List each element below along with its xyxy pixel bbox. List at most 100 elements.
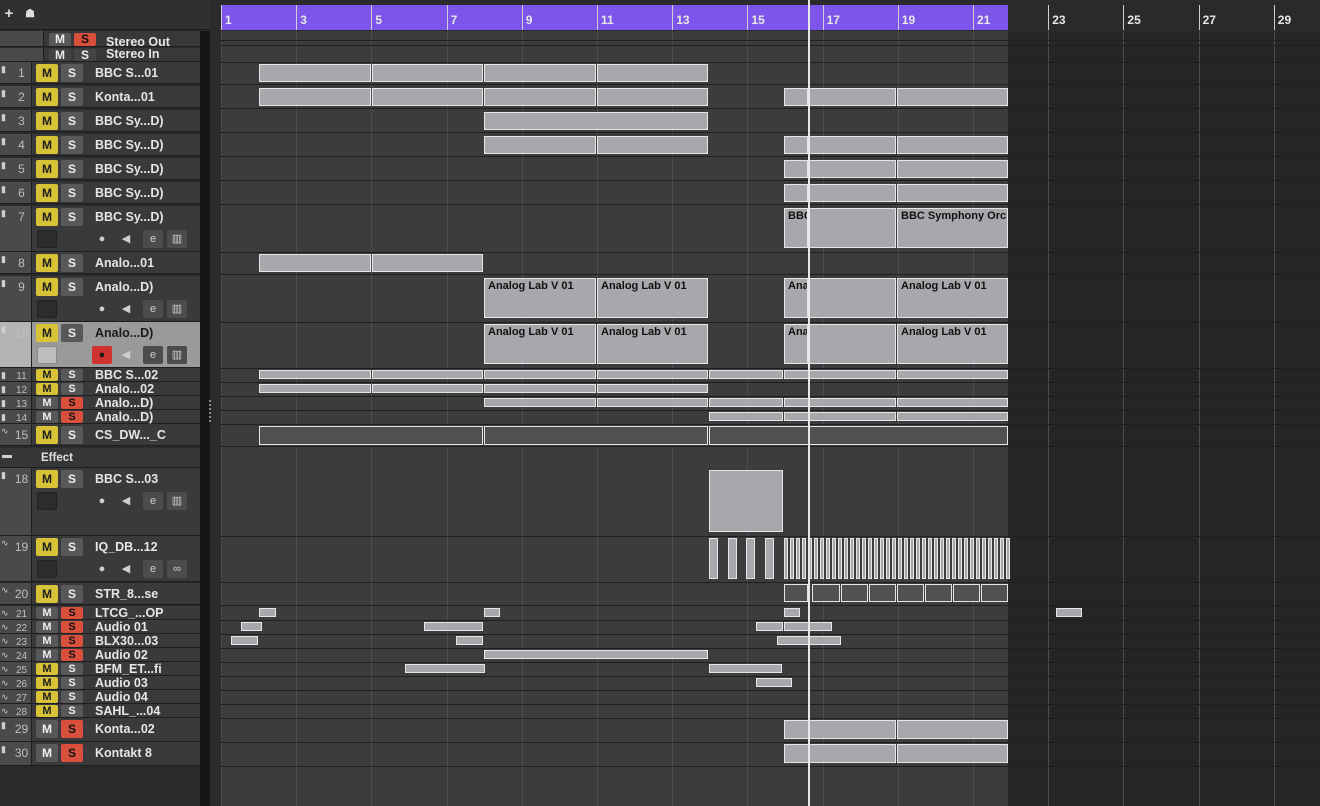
midi-part[interactable] [796, 538, 800, 579]
midi-part[interactable] [784, 160, 808, 178]
midi-part[interactable] [809, 184, 896, 202]
midi-part[interactable] [994, 538, 998, 579]
audio-event[interactable] [953, 584, 980, 602]
midi-part[interactable] [886, 538, 890, 579]
midi-part[interactable] [784, 88, 808, 106]
audio-event[interactable] [897, 584, 924, 602]
track-row-5[interactable]: ▮ 5 M S BBC Sy...D) [0, 158, 200, 180]
midi-part[interactable] [809, 160, 896, 178]
midi-part[interactable] [597, 384, 708, 393]
midi-part[interactable] [809, 324, 896, 364]
track-settings-icon[interactable]: ☗ [21, 5, 39, 23]
solo-button[interactable]: S [61, 538, 83, 556]
solo-button[interactable]: S [61, 635, 83, 647]
midi-part[interactable] [838, 538, 842, 579]
midi-part[interactable] [892, 538, 896, 579]
midi-part[interactable]: Analog Lab V 01 [897, 278, 1008, 318]
midi-part[interactable] [904, 538, 908, 579]
solo-button[interactable]: S [61, 744, 83, 762]
solo-button[interactable]: S [61, 705, 83, 717]
midi-part[interactable] [976, 538, 980, 579]
mute-button[interactable]: M [36, 278, 58, 296]
monitor-speaker-icon[interactable]: ◀ [116, 230, 136, 248]
keyboard-icon[interactable]: ▥ [167, 230, 187, 248]
record-enable-icon[interactable]: ● [92, 560, 112, 578]
midi-part[interactable] [484, 608, 500, 617]
midi-part[interactable] [372, 64, 483, 82]
midi-part[interactable] [862, 538, 866, 579]
solo-button[interactable]: S [61, 278, 83, 296]
keyboard-icon[interactable]: ▥ [167, 492, 187, 510]
audio-event[interactable] [812, 584, 840, 602]
stereo-in-solo-button[interactable]: S [74, 49, 96, 61]
track-row-7[interactable]: ▮ 7 M S BBC Sy...D) ● ◀ e ▥ [0, 206, 200, 252]
lane-toggle[interactable] [37, 346, 57, 364]
midi-part[interactable] [784, 412, 896, 421]
track-row-13[interactable]: ▮ 13 M S Analo...D) [0, 396, 200, 410]
solo-button[interactable]: S [61, 324, 83, 342]
midi-part[interactable] [231, 636, 258, 645]
mute-button[interactable]: M [36, 64, 58, 82]
midi-part[interactable] [868, 538, 872, 579]
midi-part[interactable]: Analog Lab V 01 [484, 324, 596, 364]
midi-part[interactable]: Analog Lab V 01 [784, 324, 808, 364]
audio-event[interactable] [981, 584, 1008, 602]
solo-button[interactable]: S [61, 397, 83, 409]
midi-part[interactable] [709, 470, 783, 532]
solo-button[interactable]: S [61, 208, 83, 226]
solo-button[interactable]: S [61, 160, 83, 178]
track-row-23[interactable]: ∿ 23 M S BLX30...03 [0, 634, 200, 648]
monitor-speaker-icon[interactable]: ◀ [116, 560, 136, 578]
midi-part[interactable] [898, 538, 902, 579]
track-row-8[interactable]: ▮ 8 M S Analo...01 [0, 252, 200, 274]
stereo-out-solo-button[interactable]: S [74, 33, 96, 46]
midi-part[interactable] [597, 136, 708, 154]
solo-button[interactable]: S [61, 426, 83, 444]
midi-part[interactable] [784, 398, 896, 407]
track-row-1[interactable]: ▮ 1 M S BBC S...01 [0, 62, 200, 84]
mute-button[interactable]: M [36, 160, 58, 178]
mute-button[interactable]: M [36, 397, 58, 409]
midi-part[interactable] [922, 538, 926, 579]
midi-part[interactable] [259, 88, 371, 106]
solo-button[interactable]: S [61, 691, 83, 703]
track-row-14[interactable]: ▮ 14 M S Analo...D) [0, 410, 200, 424]
audio-event[interactable] [709, 426, 1008, 445]
midi-part[interactable] [709, 538, 718, 579]
midi-part[interactable] [814, 538, 818, 579]
midi-part[interactable] [784, 744, 896, 763]
midi-part[interactable] [241, 622, 262, 631]
audio-event[interactable] [784, 584, 808, 602]
splitter-grip[interactable] [209, 400, 212, 422]
stereo-out-row[interactable]: M S Stereo Out [0, 31, 200, 49]
midi-part[interactable] [259, 370, 371, 379]
midi-part[interactable] [897, 720, 1008, 739]
solo-button[interactable]: S [61, 677, 83, 689]
cycle-region[interactable] [221, 5, 1008, 30]
midi-part[interactable] [940, 538, 944, 579]
midi-part[interactable] [910, 538, 914, 579]
solo-button[interactable]: S [61, 383, 83, 395]
midi-part[interactable] [970, 538, 974, 579]
midi-part[interactable] [897, 412, 1008, 421]
solo-button[interactable]: S [61, 585, 83, 603]
midi-part[interactable] [484, 650, 708, 659]
folder-track-effect[interactable]: ▬ Effect [0, 448, 200, 468]
midi-part[interactable] [372, 384, 483, 393]
solo-button[interactable]: S [61, 369, 83, 381]
midi-part[interactable] [897, 88, 1008, 106]
monitor-speaker-icon[interactable]: ◀ [116, 346, 136, 364]
midi-part[interactable] [934, 538, 938, 579]
add-track-icon[interactable]: + [0, 5, 18, 23]
stereo-in-mute-button[interactable]: M [49, 49, 71, 61]
midi-part[interactable] [728, 538, 737, 579]
midi-part[interactable] [802, 538, 806, 579]
solo-button[interactable]: S [61, 64, 83, 82]
midi-part[interactable] [897, 136, 1008, 154]
midi-part[interactable] [809, 278, 896, 318]
solo-button[interactable]: S [61, 411, 83, 423]
mute-button[interactable]: M [36, 184, 58, 202]
midi-part[interactable] [809, 136, 896, 154]
midi-part[interactable] [484, 88, 596, 106]
edit-instrument-icon[interactable]: e [143, 346, 163, 364]
